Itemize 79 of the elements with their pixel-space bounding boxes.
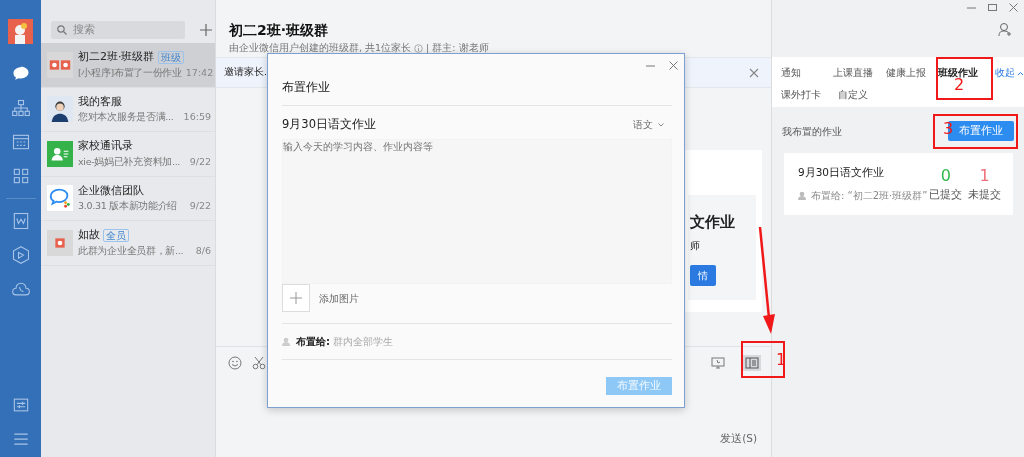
chat-name: 企业微信团队	[78, 182, 144, 199]
avatar	[47, 140, 73, 167]
collapse-link[interactable]: 收起	[995, 66, 1024, 81]
chat-item[interactable]: 企业微信团队 3.0.31 版本新功能介绍 9/22	[41, 176, 215, 221]
chat-item[interactable]: 初二2班·班级群 班级 [小程序]布置了一份作业 17:42	[41, 43, 215, 88]
person-avatar	[47, 96, 73, 123]
chat-title: 初二2班·班级群	[229, 21, 330, 40]
avatar	[47, 229, 73, 256]
message-preview: [小程序]布置了一份作业	[78, 65, 182, 80]
tab[interactable]: 上课直播	[832, 66, 886, 81]
add-icon[interactable]	[199, 23, 213, 37]
people-icon	[282, 337, 292, 347]
plus-icon	[290, 292, 302, 305]
search-icon	[57, 25, 67, 35]
info-icon[interactable]	[414, 43, 424, 53]
card-title: 文作业	[690, 212, 736, 233]
tab[interactable]: 健康上报	[885, 66, 939, 81]
send-button[interactable]: 发送(S)	[720, 431, 757, 447]
tab[interactable]: 课外打卡	[781, 88, 838, 103]
tab[interactable]: 通知	[781, 66, 833, 81]
emoji-icon[interactable]	[228, 356, 242, 370]
avatar	[47, 185, 73, 212]
message-time: 9/22	[189, 154, 211, 169]
message-preview: 此群为企业全员群，新...	[78, 243, 184, 258]
close-icon[interactable]	[749, 67, 759, 78]
chat-name: 我的客服	[78, 93, 122, 110]
annotation-box	[741, 341, 785, 378]
chevron-down-icon	[658, 122, 664, 127]
message-preview: 您对本次服务是否满...	[78, 110, 174, 125]
add-member-icon[interactable]	[998, 22, 1012, 37]
assignment-title: 9月30日语文作业	[798, 165, 886, 181]
chat-name: 家校通讯录	[78, 138, 133, 155]
annotation-box	[936, 57, 993, 100]
chevron-up-icon	[1017, 70, 1024, 76]
chat-item[interactable]: 我的客服 您对本次服务是否满... 16:59	[41, 87, 215, 132]
group-tag: 班级	[157, 50, 184, 65]
subject-dropdown[interactable]: 语文	[633, 117, 672, 133]
people-icon	[798, 190, 808, 200]
message-time: 16:59	[183, 110, 211, 125]
close-icon[interactable]	[1009, 3, 1018, 12]
homework-title: 9月30日语文作业	[282, 116, 376, 133]
calendar-icon[interactable]	[10, 132, 31, 152]
scissors-icon[interactable]	[252, 356, 266, 370]
add-image-label[interactable]: 添加图片	[319, 290, 359, 306]
message-time: 8/6	[195, 243, 211, 258]
card-subtitle: 师	[690, 238, 701, 253]
section-title: 我布置的作业	[782, 124, 842, 139]
assigned-to-text: 布置给: “初二2班·班级群”	[811, 188, 928, 203]
org-chart-icon[interactable]	[10, 98, 31, 118]
message-preview: 3.0.31 版本新功能介绍	[78, 199, 178, 214]
chat-item[interactable]: 家校通讯录 xie-妈妈已补充资料加... 9/22	[41, 132, 215, 177]
cube-icon[interactable]	[10, 245, 31, 265]
annotation-number: 2	[954, 77, 965, 93]
message-preview: xie-妈妈已补充资料加...	[78, 154, 181, 169]
count-label: 未提交	[967, 186, 1003, 202]
chat-item[interactable]: 如故 全员 此群为企业全员群，新... 8/6	[41, 221, 215, 266]
submitted-count: 0	[939, 165, 952, 185]
group-tag: 全员	[103, 228, 129, 243]
group-owner: | 群主: 谢老师	[426, 41, 489, 55]
assign-to-text: 布置给: 群内全部学生	[296, 335, 394, 350]
invite-text: 邀请家长.	[224, 65, 268, 80]
count-label: 已提交	[928, 186, 964, 202]
tab[interactable]: 自定义	[838, 88, 888, 103]
homework-content-field[interactable]: 输入今天的学习内容、作业内容等	[282, 139, 672, 285]
maximize-icon[interactable]	[988, 3, 997, 12]
chat-name: 如故	[78, 227, 100, 244]
close-icon[interactable]	[669, 60, 678, 70]
chat-name: 初二2班·班级群	[78, 49, 155, 66]
message-time: 9/22	[189, 199, 211, 214]
avatar	[47, 51, 73, 78]
dialog-title: 布置作业	[282, 79, 331, 96]
add-image-button[interactable]	[282, 284, 310, 313]
user-avatar[interactable]	[8, 19, 33, 44]
message-time: 17:42	[185, 65, 214, 80]
details-button[interactable]: 情	[690, 264, 716, 286]
homework-icon[interactable]	[743, 355, 761, 371]
screen-icon[interactable]	[711, 356, 725, 370]
group-description: 由企业微信用户创建的班级群, 共1位家长	[229, 41, 412, 55]
pending-count: 1	[978, 165, 991, 185]
